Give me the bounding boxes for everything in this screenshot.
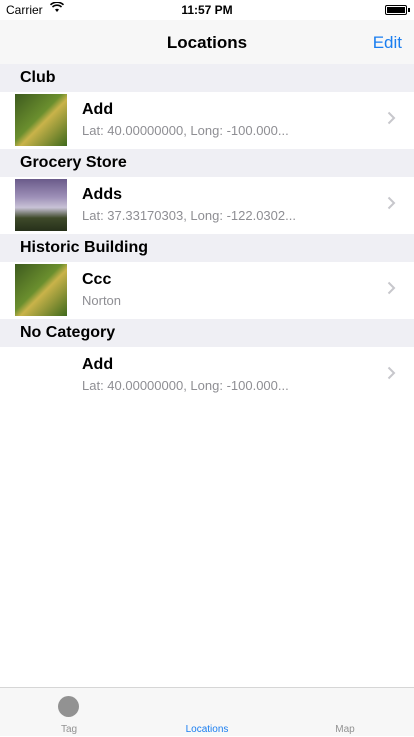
section-header-grocery-store: Grocery Store bbox=[0, 149, 414, 177]
tab-locations[interactable]: Locations bbox=[138, 688, 276, 737]
location-thumbnail bbox=[15, 179, 67, 231]
location-name: Add bbox=[82, 356, 114, 373]
tab-label: Map bbox=[335, 724, 355, 735]
edit-button[interactable]: Edit bbox=[373, 33, 402, 53]
location-name: Ccc bbox=[82, 271, 112, 288]
location-detail: Lat: 37.33170303, Long: -122.0302... bbox=[82, 208, 296, 223]
location-name: Adds bbox=[82, 186, 122, 203]
tab-tag[interactable]: Tag bbox=[0, 688, 138, 737]
section-header-no-category: No Category bbox=[0, 319, 414, 347]
section-header-historic-building: Historic Building bbox=[0, 234, 414, 262]
circle-icon bbox=[58, 696, 79, 717]
chevron-right-icon bbox=[387, 196, 396, 210]
navigation-bar: Locations Edit bbox=[0, 20, 414, 64]
location-name: Add bbox=[82, 101, 114, 118]
list-item[interactable]: Add Lat: 40.00000000, Long: -100.000... bbox=[0, 347, 414, 404]
location-detail: Norton bbox=[82, 293, 122, 308]
chevron-right-icon bbox=[387, 111, 396, 125]
section-header-club: Club bbox=[0, 64, 414, 92]
location-detail: Lat: 40.00000000, Long: -100.000... bbox=[82, 378, 289, 393]
list-item[interactable]: Adds Lat: 37.33170303, Long: -122.0302..… bbox=[0, 177, 414, 234]
tab-label: Tag bbox=[60, 724, 78, 735]
clock-label: 11:57 PM bbox=[181, 3, 233, 17]
tab-label: Locations bbox=[185, 724, 229, 735]
page-title: Locations bbox=[166, 33, 248, 52]
locations-list: Club Add Lat: 40.00000000, Long: -100.00… bbox=[0, 64, 414, 404]
status-bar: Carrier 11:57 PM bbox=[0, 0, 414, 20]
chevron-right-icon bbox=[387, 366, 396, 380]
location-detail: Lat: 40.00000000, Long: -100.000... bbox=[82, 123, 289, 138]
location-thumbnail bbox=[15, 94, 67, 146]
tab-map[interactable]: Map bbox=[276, 688, 414, 737]
list-item[interactable]: Add Lat: 40.00000000, Long: -100.000... bbox=[0, 92, 414, 149]
list-item[interactable]: Ccc Norton bbox=[0, 262, 414, 319]
chevron-right-icon bbox=[387, 281, 396, 295]
battery-icon bbox=[385, 5, 410, 15]
tab-bar: Tag Locations Map bbox=[0, 687, 414, 736]
location-thumbnail bbox=[15, 264, 67, 316]
